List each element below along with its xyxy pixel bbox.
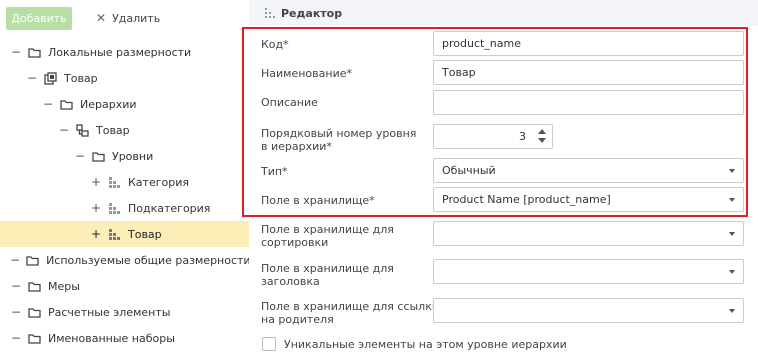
tree-toolbar: Добавить ✕ Удалить <box>0 0 249 36</box>
tree-item-label: Меры <box>48 279 80 293</box>
chevron-up-icon[interactable] <box>538 129 546 134</box>
tree-item-label: Товар <box>96 123 130 137</box>
tree-item-label: Категория <box>128 175 189 189</box>
storage-field-select[interactable]: Product Name [product_name] <box>433 187 744 212</box>
folder-icon <box>28 306 41 319</box>
folder-icon <box>28 280 41 293</box>
code-input[interactable]: product_name <box>433 31 744 56</box>
chevron-down-icon[interactable] <box>538 138 546 143</box>
type-select[interactable]: Обычный <box>433 158 744 183</box>
level-number-value: 3 <box>519 130 526 143</box>
tree-item-level-category[interactable]: + Категория <box>0 169 249 195</box>
tree-item-local-dimensions[interactable]: − Локальные размерности <box>0 39 249 65</box>
tree-item-hierarchies[interactable]: − Иерархии <box>0 91 249 117</box>
delete-button-label: Удалить <box>112 12 161 25</box>
name-input[interactable]: Товар <box>433 60 744 85</box>
tree-item-label: Товар <box>128 227 162 241</box>
sort-field-label: Поле в хранилище для сортировки <box>261 223 394 249</box>
description-label: Описание <box>261 96 318 109</box>
parent-field-select[interactable] <box>433 298 744 323</box>
level-number-stepper[interactable]: 3 <box>433 124 553 149</box>
tree-item-level-subcategory[interactable]: + Подкатегория <box>0 195 249 221</box>
tree-item-calculated-members[interactable]: − Расчетные элементы <box>0 299 249 325</box>
collapse-icon[interactable]: − <box>10 253 20 267</box>
tree-item-label: Локальные размерности <box>48 45 192 59</box>
unique-members-checkbox-row[interactable]: Уникальные элементы на этом уровне иерар… <box>262 337 567 351</box>
tree-item-levels[interactable]: − Уровни <box>0 143 249 169</box>
delete-button[interactable]: ✕ Удалить <box>96 7 160 30</box>
tree-item-label: Уровни <box>112 149 154 163</box>
collapse-icon[interactable]: − <box>26 71 38 85</box>
add-button[interactable]: Добавить <box>6 7 72 30</box>
tree-item-measures[interactable]: − Меры <box>0 273 249 299</box>
description-input[interactable] <box>433 90 744 115</box>
collapse-icon[interactable]: − <box>42 97 54 111</box>
caption-field-label: Поле в хранилище для заголовка <box>261 262 394 288</box>
storage-field-label: Поле в хранилище* <box>261 194 375 207</box>
hierarchy-icon <box>76 123 89 137</box>
level-icon <box>265 8 275 18</box>
tree-item-level-product[interactable]: + Товар <box>0 221 249 247</box>
editor-title: Редактор <box>281 6 343 20</box>
folder-icon <box>28 46 41 59</box>
close-icon: ✕ <box>96 11 107 25</box>
tree-item-label: Иерархии <box>80 97 137 111</box>
level-icon <box>108 228 121 241</box>
expand-icon[interactable]: + <box>90 201 102 215</box>
dimension-icon <box>44 71 57 85</box>
editor-panel: Редактор Код* product_name Наименование*… <box>249 0 758 355</box>
tree-item-label: Расчетные элементы <box>48 305 171 319</box>
tree-item-label: Товар <box>64 71 98 85</box>
name-label: Наименование* <box>261 67 352 80</box>
expand-icon[interactable]: + <box>90 227 102 241</box>
caption-field-select[interactable] <box>433 259 744 284</box>
spinner-icon[interactable] <box>538 129 546 145</box>
collapse-icon[interactable]: − <box>10 305 22 319</box>
sort-field-select[interactable] <box>433 221 744 246</box>
level-icon <box>108 202 121 215</box>
tree-item-product-hierarchy[interactable]: − Товар <box>0 117 249 143</box>
structure-tree-panel: Добавить ✕ Удалить − Локальные размернос… <box>0 0 251 355</box>
collapse-icon[interactable]: − <box>10 45 22 59</box>
folder-icon <box>60 98 73 111</box>
collapse-icon[interactable]: − <box>58 123 70 137</box>
tree-item-shared-dimensions[interactable]: − Используемые общие размерности <box>0 247 251 273</box>
tree-item-label: Используемые общие размерности <box>46 253 251 267</box>
collapse-icon[interactable]: − <box>10 279 22 293</box>
collapse-icon[interactable]: − <box>74 149 86 163</box>
tree-item-product-dimension[interactable]: − Товар <box>0 65 249 91</box>
level-number-label: Порядковый номер уровня в иерархии* <box>261 127 417 153</box>
tree-item-named-sets[interactable]: − Именованные наборы <box>0 325 249 351</box>
editor-header: Редактор <box>249 0 758 26</box>
level-icon <box>108 176 121 189</box>
unique-members-label: Уникальные элементы на этом уровне иерар… <box>284 337 567 351</box>
code-label: Код* <box>261 38 289 51</box>
tree-item-label: Подкатегория <box>128 201 211 215</box>
parent-field-label: Поле в хранилище для ссылки на родителя <box>261 300 440 326</box>
folder-icon <box>26 254 39 267</box>
expand-icon[interactable]: + <box>90 175 102 189</box>
unique-members-checkbox[interactable] <box>262 337 276 351</box>
type-label: Тип* <box>261 165 288 178</box>
collapse-icon[interactable]: − <box>10 331 22 345</box>
folder-icon <box>28 332 41 345</box>
folder-icon <box>92 150 105 163</box>
tree-item-label: Именованные наборы <box>48 331 175 345</box>
